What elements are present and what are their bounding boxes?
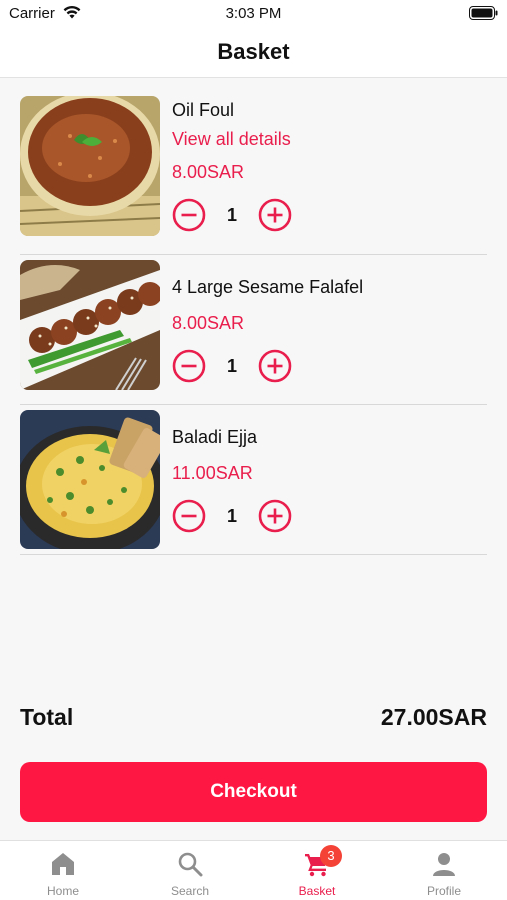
- minus-circle-icon[interactable]: [172, 349, 206, 383]
- item-price: 8.00SAR: [172, 162, 245, 182]
- total-row: Total 27.00SAR: [20, 704, 487, 736]
- item-image: [20, 410, 160, 549]
- item-price: 8.00SAR: [172, 313, 245, 333]
- view-details-link[interactable]: View all details: [172, 129, 291, 150]
- quantity-stepper: 1: [172, 198, 292, 232]
- divider: [20, 554, 487, 555]
- plus-circle-icon[interactable]: [258, 499, 292, 533]
- item-name: Oil Foul: [172, 100, 235, 120]
- item-price: 11.00SAR: [172, 463, 253, 483]
- search-icon: [178, 852, 203, 877]
- plus-circle-icon[interactable]: [258, 349, 292, 383]
- item-image: [20, 96, 160, 236]
- item-name: Baladi Ejja: [172, 427, 258, 447]
- quantity-stepper: 1: [172, 349, 292, 383]
- navigation-bar: Basket: [0, 28, 507, 78]
- home-icon: [52, 853, 74, 875]
- quantity-value: 1: [226, 506, 237, 526]
- person-icon: [433, 853, 455, 876]
- page-title: Basket: [217, 39, 290, 64]
- quantity-stepper: 1: [172, 499, 292, 533]
- total-amount: 27.00SAR: [380, 704, 487, 730]
- minus-circle-icon[interactable]: [172, 499, 206, 533]
- checkout-button[interactable]: Checkout: [20, 762, 487, 822]
- item-name: 4 Large Sesame Falafel: [172, 277, 364, 297]
- quantity-value: 1: [226, 205, 237, 225]
- tab-basket[interactable]: 3 Basket: [254, 841, 380, 900]
- status-bar: Carrier 3:03 PM: [0, 0, 507, 28]
- basket-item: Baladi Ejja 11.00SAR 1: [20, 405, 487, 555]
- tab-label: Profile: [426, 884, 461, 898]
- tab-label: Basket: [298, 884, 336, 898]
- basket-item: Oil Foul View all details 8.00SAR 1: [20, 96, 487, 255]
- plus-circle-icon[interactable]: [258, 198, 292, 232]
- tab-label: Search: [170, 884, 210, 898]
- minus-circle-icon[interactable]: [172, 198, 206, 232]
- total-label: Total: [20, 704, 74, 730]
- basket-item: 4 Large Sesame Falafel 8.00SAR 1: [20, 255, 487, 405]
- clock: 3:03 PM: [225, 5, 282, 22]
- tab-bar: Home Search 3 Basket Profile: [0, 840, 507, 900]
- tab-home[interactable]: Home: [0, 841, 126, 900]
- tab-profile[interactable]: Profile: [381, 841, 507, 900]
- item-image: [20, 260, 160, 390]
- tab-search[interactable]: Search: [127, 841, 253, 900]
- battery-icon: [469, 6, 498, 20]
- tab-label: Home: [46, 884, 79, 898]
- quantity-value: 1: [226, 356, 237, 376]
- cart-count-badge: 3: [320, 845, 342, 867]
